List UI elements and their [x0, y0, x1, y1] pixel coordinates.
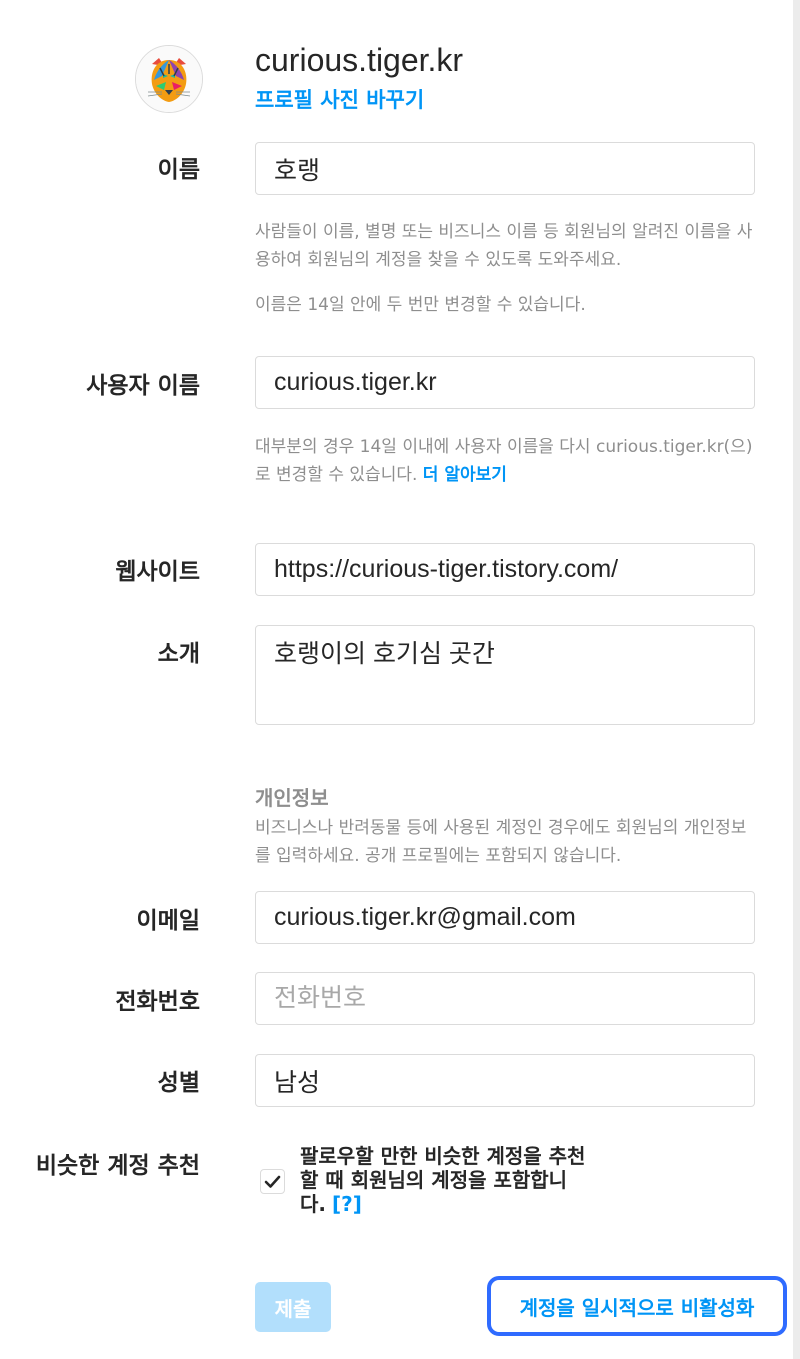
name-change-limit: 이름은 14일 안에 두 번만 변경할 수 있습니다. [255, 295, 586, 315]
scroll-edge [793, 0, 800, 1359]
checkmark-icon [264, 1175, 281, 1188]
gender-input[interactable] [255, 1054, 755, 1107]
bio-textarea[interactable]: 호랭이의 호기심 곳간 [255, 625, 755, 725]
website-label: 웹사이트 [115, 559, 200, 585]
learn-more-link[interactable]: 더 알아보기 [423, 465, 507, 485]
private-info-title: 개인정보 [255, 786, 329, 810]
username-input[interactable] [255, 356, 755, 409]
avatar[interactable] [135, 45, 203, 113]
email-label: 이메일 [136, 908, 200, 934]
bio-label: 소개 [157, 641, 200, 667]
deactivate-account-button[interactable]: 계정을 일시적으로 비활성화 [487, 1276, 787, 1336]
name-label: 이름 [157, 157, 200, 183]
submit-button[interactable]: 제출 [255, 1282, 331, 1332]
tiger-avatar-icon [136, 46, 202, 112]
name-help: 사람들이 이름, 별명 또는 비즈니스 이름 등 회원님의 알려진 이름을 사용… [255, 222, 753, 270]
change-photo-link[interactable]: 프로필 사진 바꾸기 [255, 84, 424, 114]
suggestions-text: 팔로우할 만한 비슷한 계정을 추천할 때 회원님의 계정을 포함합니다. [?] [300, 1144, 590, 1216]
username-help: 대부분의 경우 14일 이내에 사용자 이름을 다시 curious.tiger… [255, 433, 755, 489]
website-input[interactable] [255, 543, 755, 596]
email-input[interactable] [255, 891, 755, 944]
username-label: 사용자 이름 [86, 373, 200, 399]
phone-input[interactable] [255, 972, 755, 1025]
profile-username: curious.tiger.kr [255, 42, 464, 78]
suggestions-label: 비슷한 계정 추천 [35, 1153, 200, 1179]
name-input[interactable] [255, 142, 755, 195]
suggestions-help-link[interactable]: [?] [332, 1192, 362, 1216]
private-info-description: 비즈니스나 반려동물 등에 사용된 계정인 경우에도 회원님의 개인정보를 입력… [255, 818, 747, 866]
gender-label: 성별 [157, 1070, 200, 1096]
suggestions-checkbox[interactable] [260, 1169, 285, 1194]
phone-label: 전화번호 [115, 989, 200, 1015]
